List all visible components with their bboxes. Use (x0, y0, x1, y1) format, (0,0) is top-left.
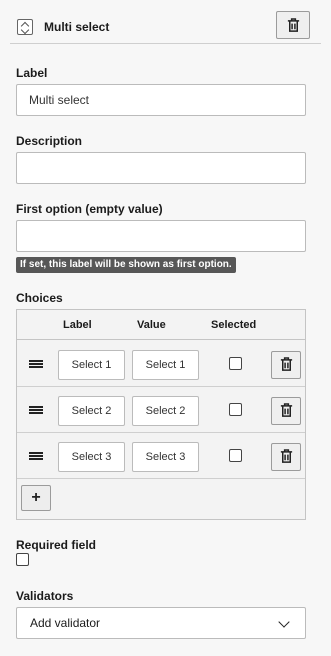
choices-column-value: Value (137, 319, 166, 331)
choices-title: Choices (16, 291, 63, 305)
choice-row: Select 1 Select 1 (17, 341, 305, 387)
validator-select[interactable]: Add validator (16, 607, 306, 639)
drag-handle-icon[interactable] (29, 452, 43, 460)
choice-row: Select 3 Select 3 (17, 433, 305, 479)
select-field-icon (17, 19, 33, 35)
choices-column-selected: Selected (211, 319, 257, 331)
choice-label-input[interactable]: Select 3 (58, 442, 125, 472)
description-input[interactable] (16, 152, 306, 184)
description-field-title: Description (16, 134, 83, 148)
choices-table: Label Value Selected Select 1 Select 1 S… (16, 309, 306, 520)
label-input[interactable]: Multi select (16, 84, 306, 116)
delete-choice-button[interactable] (271, 351, 301, 379)
choice-selected-checkbox[interactable] (229, 357, 242, 370)
delete-choice-button[interactable] (271, 443, 301, 471)
element-title: Multi select (44, 20, 110, 34)
choices-table-header: Label Value Selected (17, 310, 305, 340)
drag-handle-icon[interactable] (29, 360, 43, 368)
first-option-field-title: First option (empty value) (16, 202, 163, 216)
choices-column-label: Label (63, 319, 92, 331)
validator-select-value: Add validator (30, 616, 101, 630)
element-header: Multi select (10, 0, 321, 44)
trash-icon (280, 403, 293, 417)
choice-value-input[interactable]: Select 3 (132, 442, 199, 472)
drag-handle-icon[interactable] (29, 406, 43, 414)
trash-icon (280, 449, 293, 463)
delete-element-button[interactable] (276, 11, 310, 39)
choice-selected-checkbox[interactable] (229, 403, 242, 416)
choice-value-input[interactable]: Select 2 (132, 396, 199, 426)
required-field-title: Required field (16, 538, 97, 552)
required-field-checkbox[interactable] (16, 553, 29, 566)
add-choice-button[interactable]: + (21, 485, 51, 511)
choice-row: Select 2 Select 2 (17, 387, 305, 433)
choice-value-input[interactable]: Select 1 (132, 350, 199, 380)
delete-choice-button[interactable] (271, 397, 301, 425)
trash-icon (280, 357, 293, 371)
trash-icon (287, 18, 300, 32)
label-field-title: Label (16, 66, 48, 80)
choice-label-input[interactable]: Select 1 (58, 350, 125, 380)
choice-selected-checkbox[interactable] (229, 449, 242, 462)
choice-label-input[interactable]: Select 2 (58, 396, 125, 426)
first-option-hint: If set, this label will be shown as firs… (16, 257, 236, 273)
validators-title: Validators (16, 589, 74, 603)
first-option-input[interactable] (16, 220, 306, 252)
chevron-down-icon (278, 616, 290, 628)
